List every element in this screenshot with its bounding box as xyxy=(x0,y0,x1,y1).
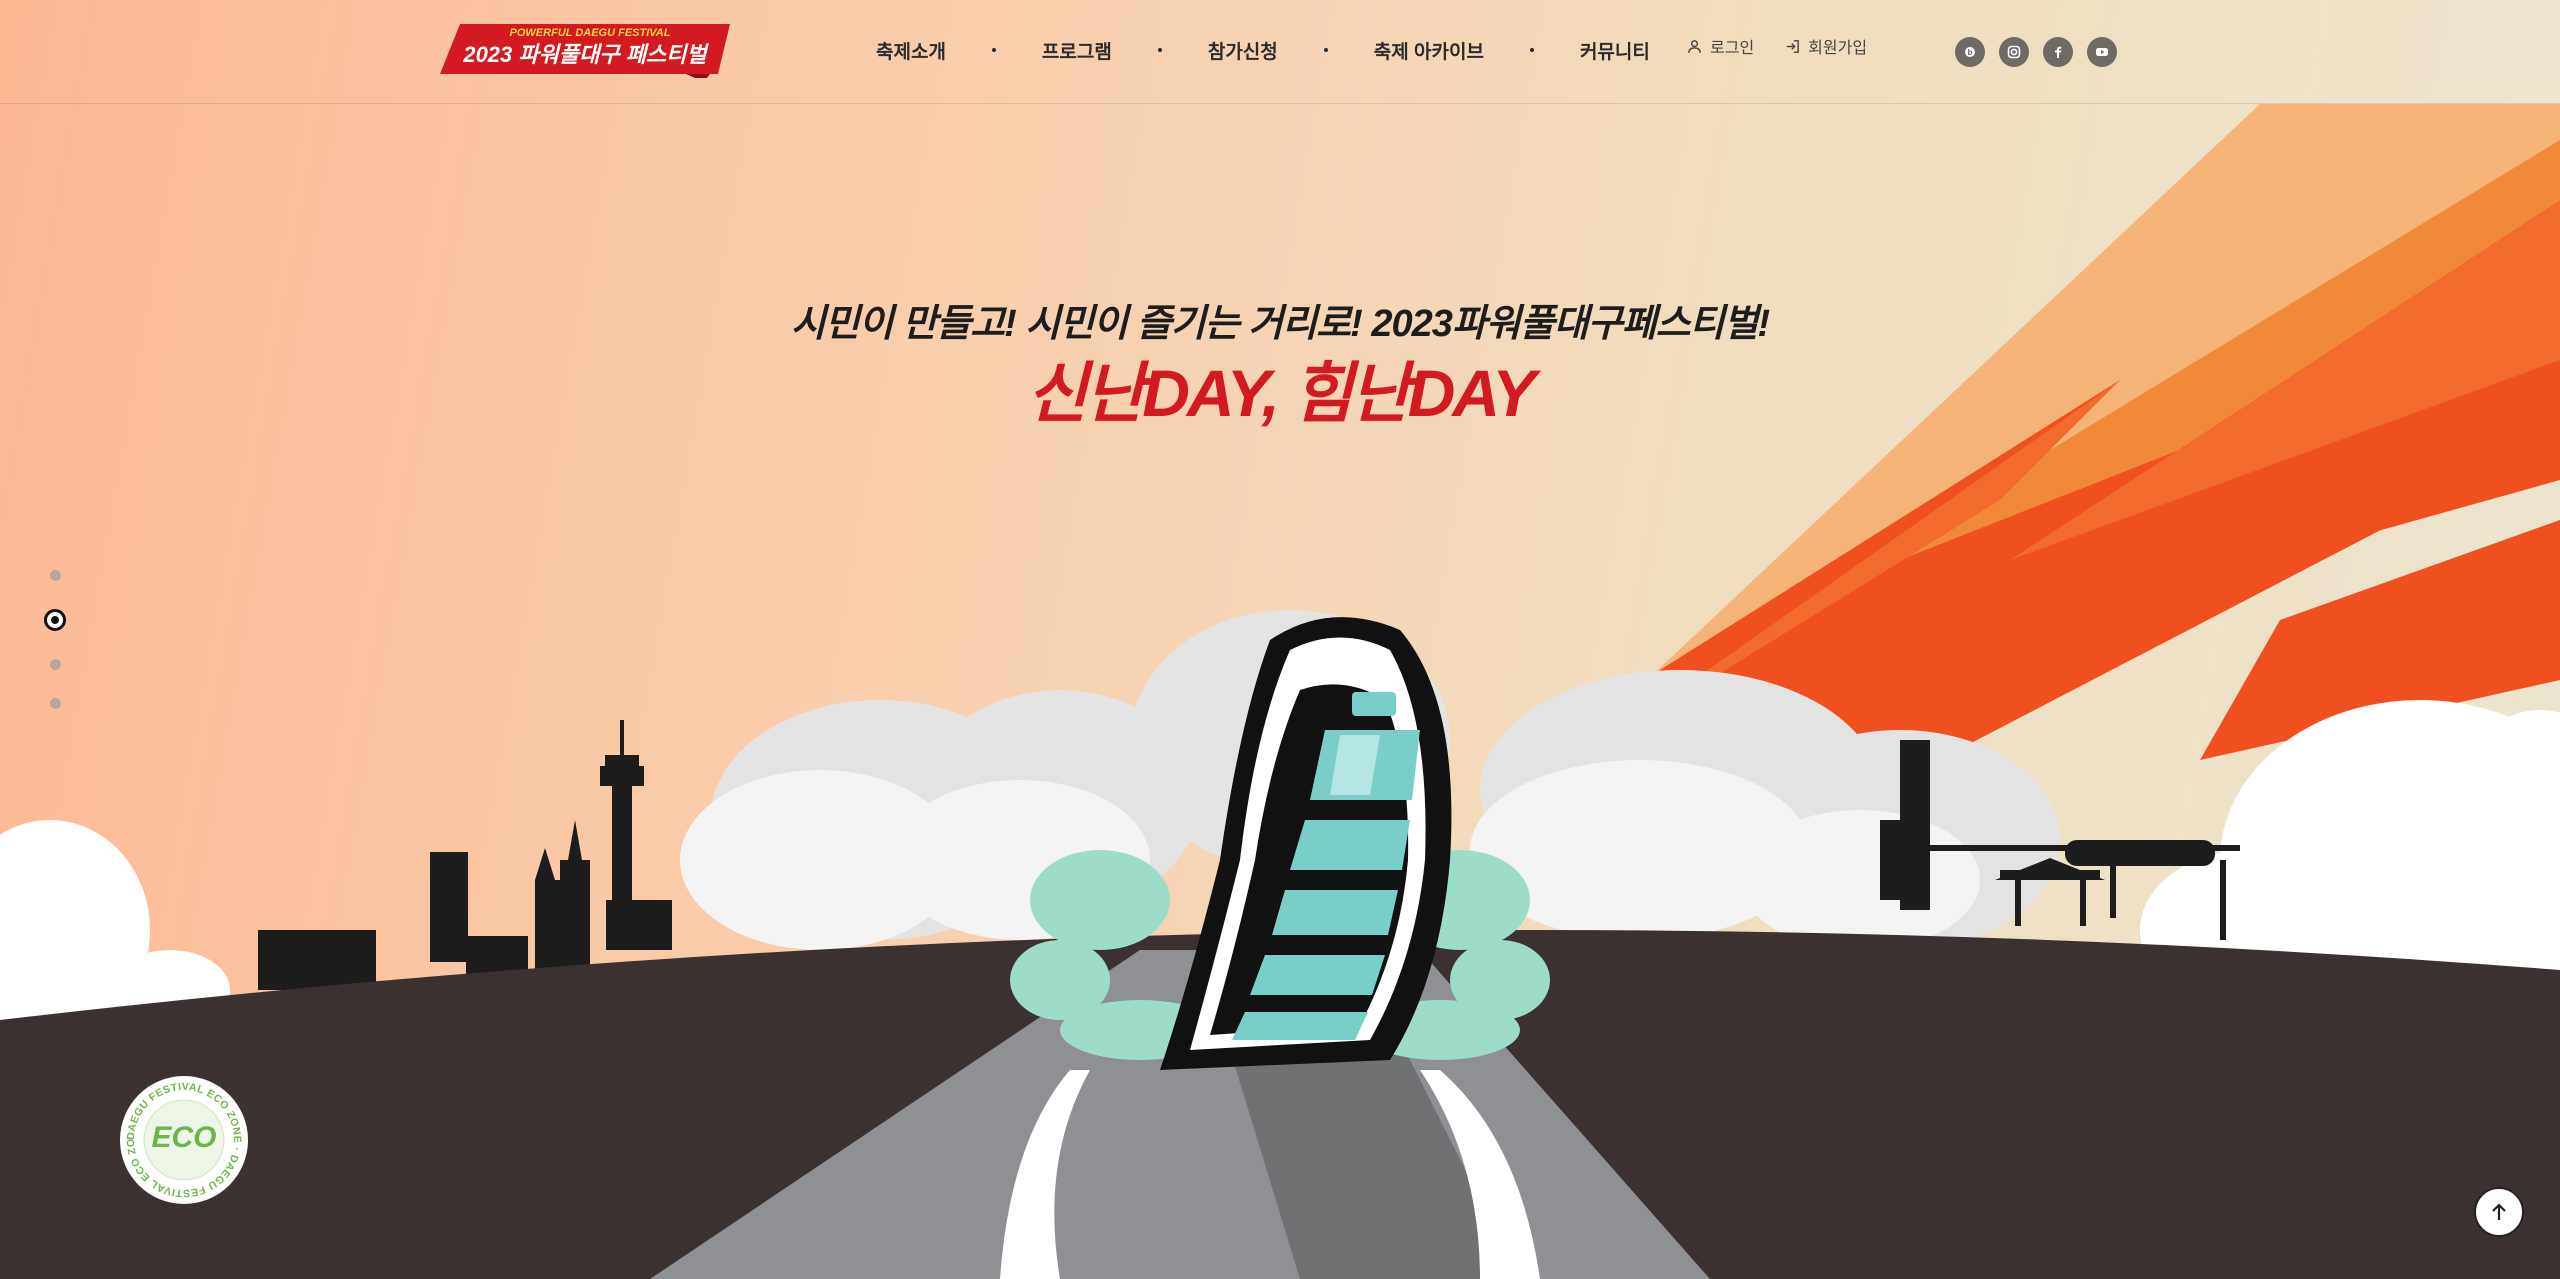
join-link[interactable]: 회원가입 xyxy=(1784,34,1867,58)
nav-apply[interactable]: 참가신청 xyxy=(1192,37,1294,64)
facebook-icon[interactable] xyxy=(2043,37,2073,67)
pagination-dot-2-active[interactable] xyxy=(44,609,66,631)
main-navigation: 축제소개 프로그램 참가신청 축제 아카이브 커뮤니티 xyxy=(860,28,1666,72)
nav-community[interactable]: 커뮤니티 xyxy=(1564,37,1666,64)
pagination-dot-4[interactable] xyxy=(49,698,61,709)
blog-icon[interactable]: b xyxy=(1955,37,1985,67)
sns-links: b xyxy=(1955,37,2117,67)
instagram-icon[interactable] xyxy=(1999,37,2029,67)
eco-label: ECO xyxy=(151,1121,217,1154)
nav-separator xyxy=(1323,48,1328,52)
utility-links: 로그인 회원가입 xyxy=(1686,34,1867,58)
site-header: POWERFUL DAEGU FESTIVAL 2023 파워풀대구 페스티벌 … xyxy=(0,0,2560,104)
nav-separator xyxy=(1157,48,1162,52)
section-pagination xyxy=(44,570,66,709)
hero-subtitle: 시민이 만들고! 시민이 즐기는 거리로! 2023파워풀대구페스티벌! xyxy=(790,303,1770,345)
logo-small-text: POWERFUL DAEGU FESTIVAL xyxy=(510,27,671,39)
nav-separator xyxy=(991,48,996,52)
nav-program[interactable]: 프로그램 xyxy=(1026,37,1128,64)
nav-archive[interactable]: 축제 아카이브 xyxy=(1358,37,1500,64)
svg-text:b: b xyxy=(1968,48,1973,57)
sign-in-icon xyxy=(1787,39,1800,53)
pagination-dot-3[interactable] xyxy=(49,659,61,670)
arrow-up-icon xyxy=(2492,1203,2506,1220)
nav-separator xyxy=(1529,48,1534,52)
nav-festival-intro[interactable]: 축제소개 xyxy=(860,37,962,64)
hero-title: 신난DAY, 힘난DAY xyxy=(1026,356,1536,430)
login-label: 로그인 xyxy=(1710,40,1755,57)
youtube-icon[interactable] xyxy=(2087,37,2117,67)
eco-zone-badge[interactable]: DAEGU FESTIVAL ECO ZONE · DAEGU FESTIVAL… xyxy=(119,1075,249,1205)
scroll-to-top-button[interactable] xyxy=(2474,1187,2524,1237)
festival-logo[interactable]: POWERFUL DAEGU FESTIVAL 2023 파워풀대구 페스티벌 xyxy=(440,18,730,78)
user-icon xyxy=(1688,39,1701,53)
join-label: 회원가입 xyxy=(1808,40,1868,57)
hero-illustration xyxy=(0,0,2560,1279)
logo-main-text: 2023 파워풀대구 페스티벌 xyxy=(462,42,709,67)
login-link[interactable]: 로그인 xyxy=(1686,34,1754,58)
pagination-dot-1[interactable] xyxy=(49,570,61,581)
